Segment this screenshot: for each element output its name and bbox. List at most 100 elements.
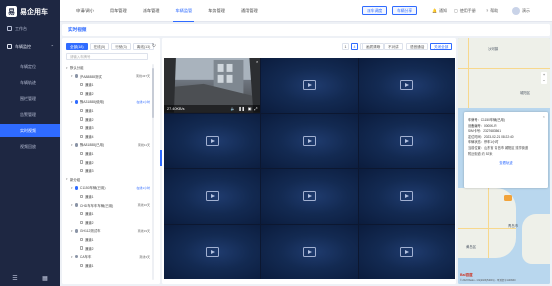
pause-icon[interactable]: ❚❚ — [238, 106, 244, 111]
tree-vehicle[interactable]: ▾ C1150车辆(已用) 在线1小时 — [66, 184, 150, 191]
checkbox[interactable] — [80, 91, 84, 95]
sidebar-item-alarm[interactable]: 告警管理 — [0, 108, 60, 121]
tab-dispatch[interactable]: 派车管理 — [135, 0, 168, 22]
tree-channel[interactable]: 通道1 — [66, 150, 150, 157]
manual-link[interactable]: ▢ 使用手册 — [454, 6, 476, 15]
tree-vehicle[interactable]: ▾ CHD车车车车辆(已用) 离线16天 — [66, 202, 150, 209]
map-panel[interactable]: 沙河镇 青岛市 黄岛区 城阳区 + − × 车牌号：C1150车辆(已用) 设备编… — [458, 38, 550, 284]
checkbox[interactable] — [80, 194, 84, 199]
layout-1-button[interactable]: 1 — [342, 43, 349, 50]
sidebar-item-video-playback[interactable]: 视频回放 — [0, 140, 60, 153]
tree-channel[interactable]: 通道1 — [66, 262, 150, 269]
tree-channel[interactable]: 通道2 — [66, 245, 150, 252]
video-cell[interactable] — [261, 113, 358, 168]
tree-vehicle[interactable]: ▾ GH112测试车 离线19天 — [66, 227, 150, 234]
checkbox[interactable] — [80, 117, 84, 121]
tree-channel[interactable]: 通道4 — [66, 133, 150, 140]
tab-online[interactable]: 在线(5) — [89, 43, 110, 50]
sidebar-item-vehicle-location[interactable]: 车辆定位 — [0, 60, 60, 73]
grid-apps-icon[interactable]: ▦ — [42, 275, 49, 282]
video-cell[interactable] — [358, 224, 455, 279]
checkbox[interactable] — [80, 151, 84, 156]
checkbox[interactable] — [80, 263, 84, 267]
tab-vehicle-supervision[interactable]: 车辆监管 — [167, 0, 200, 22]
tree-scrollbar[interactable] — [152, 64, 154, 280]
video-cell[interactable] — [164, 113, 261, 168]
video-play-icon[interactable] — [400, 246, 414, 257]
close-icon[interactable]: × — [543, 114, 545, 119]
video-cell[interactable] — [164, 224, 261, 279]
video-play-icon[interactable] — [205, 246, 219, 257]
close-icon[interactable]: × — [256, 59, 258, 64]
video-cell[interactable] — [358, 58, 455, 113]
checkbox[interactable] — [80, 125, 84, 130]
tree-group[interactable]: ▾ 默认分组 — [66, 64, 150, 71]
video-cell-live[interactable]: × 27.40KB/s 🔈 ❚❚ ▣ ⤢ — [164, 58, 261, 113]
checkbox[interactable] — [80, 134, 84, 138]
checkbox[interactable] — [80, 108, 84, 113]
tab-driving[interactable]: 行驶(3) — [111, 43, 131, 50]
video-play-icon[interactable] — [400, 135, 414, 146]
tree-channel[interactable]: 通道1 — [66, 107, 150, 114]
tree-channel[interactable]: 通道2 — [66, 116, 150, 123]
volume-icon[interactable]: 🔈 — [231, 106, 236, 111]
snapshot-icon[interactable]: ▣ — [248, 106, 252, 111]
tab-all[interactable]: 全部(18) — [66, 43, 88, 50]
sidebar-item-live-video[interactable]: 实时视频 — [0, 124, 60, 137]
video-play-icon[interactable] — [302, 246, 316, 257]
checkbox[interactable] — [80, 82, 84, 87]
tab-apply[interactable]: 申请/调小 — [68, 0, 102, 22]
checkbox[interactable] — [80, 168, 84, 173]
sidebar-group-vehicle-monitor[interactable]: 车辆监控 ⌃ — [0, 40, 60, 53]
video-cell[interactable] — [261, 224, 358, 279]
sidebar-item-vehicle-track[interactable]: 车辆轨迹 — [0, 76, 60, 89]
video-play-icon[interactable] — [205, 191, 219, 202]
video-play-icon[interactable] — [400, 80, 414, 91]
tree-channel[interactable]: 通道2 — [66, 90, 150, 97]
dispatch-button[interactable]: 派车调度 — [362, 6, 388, 15]
tree-vehicle[interactable]: ▾ 豫A31888(使用) 在线1小时 — [66, 98, 150, 105]
sidebar-item-workbench[interactable]: 工作台 — [0, 22, 60, 35]
search-input[interactable]: 请输入车牌号 — [66, 53, 148, 60]
layout-4-button[interactable]: 4 — [351, 43, 358, 50]
video-cell[interactable] — [358, 113, 455, 168]
tree-channel[interactable]: 通道1 — [66, 81, 150, 88]
user-menu[interactable]: 演示 — [512, 6, 530, 15]
video-cell[interactable] — [261, 169, 358, 224]
sidebar-item-fence[interactable]: 围栏管理 — [0, 92, 60, 105]
checkbox[interactable] — [80, 237, 84, 242]
share-button[interactable]: 车辆分享 — [392, 6, 418, 15]
video-play-icon[interactable] — [205, 135, 219, 146]
tree-group[interactable]: ▾ 新分组 — [66, 176, 150, 183]
tab-general[interactable]: 通用管理 — [233, 0, 266, 22]
quality-select[interactable]: 画质清晰 — [362, 43, 385, 50]
checkbox[interactable] — [80, 220, 84, 224]
close-all-button[interactable]: 关闭全部 — [430, 43, 453, 50]
view-track-link[interactable]: 查看轨迹 — [468, 160, 544, 165]
tab-car-usage[interactable]: 用车管理 — [102, 0, 135, 22]
tree-channel[interactable]: 通道1 — [66, 210, 150, 217]
menu-toggle-icon[interactable]: ☰ — [12, 275, 19, 282]
tree-vehicle[interactable]: ▾ 沪A88888测试 离线437天 — [66, 73, 150, 80]
video-cell[interactable] — [164, 169, 261, 224]
refresh-icon[interactable]: ↻ — [152, 43, 156, 49]
video-play-icon[interactable] — [302, 191, 316, 202]
video-play-icon[interactable] — [302, 80, 316, 91]
video-play-icon[interactable] — [302, 135, 316, 146]
app-logo[interactable]: 易 易企用车 — [6, 6, 48, 17]
map-zoom-control[interactable]: + − — [541, 72, 547, 84]
tree-channel[interactable]: 通道2 — [66, 159, 150, 166]
tab-vehicle-affairs[interactable]: 车务管理 — [200, 0, 233, 22]
video-play-icon[interactable] — [400, 191, 414, 202]
checkbox[interactable] — [80, 211, 84, 216]
video-cell[interactable] — [358, 169, 455, 224]
tree-vehicle[interactable]: ▾ 豫A81888(已用) 离线11天 — [66, 141, 150, 148]
fullscreen-icon[interactable]: ⤢ — [254, 107, 257, 111]
checkbox[interactable] — [80, 160, 84, 164]
voice-select[interactable]: 语音通话 — [406, 43, 429, 50]
video-cell[interactable] — [261, 58, 358, 113]
tree-channel[interactable]: 通道1 — [66, 236, 150, 243]
tree-vehicle[interactable]: ▾ CA车车 离线3天 — [66, 253, 150, 260]
notice-link[interactable]: 🔔 通知 — [432, 6, 447, 15]
help-link[interactable]: ? 帮助 — [486, 6, 498, 15]
